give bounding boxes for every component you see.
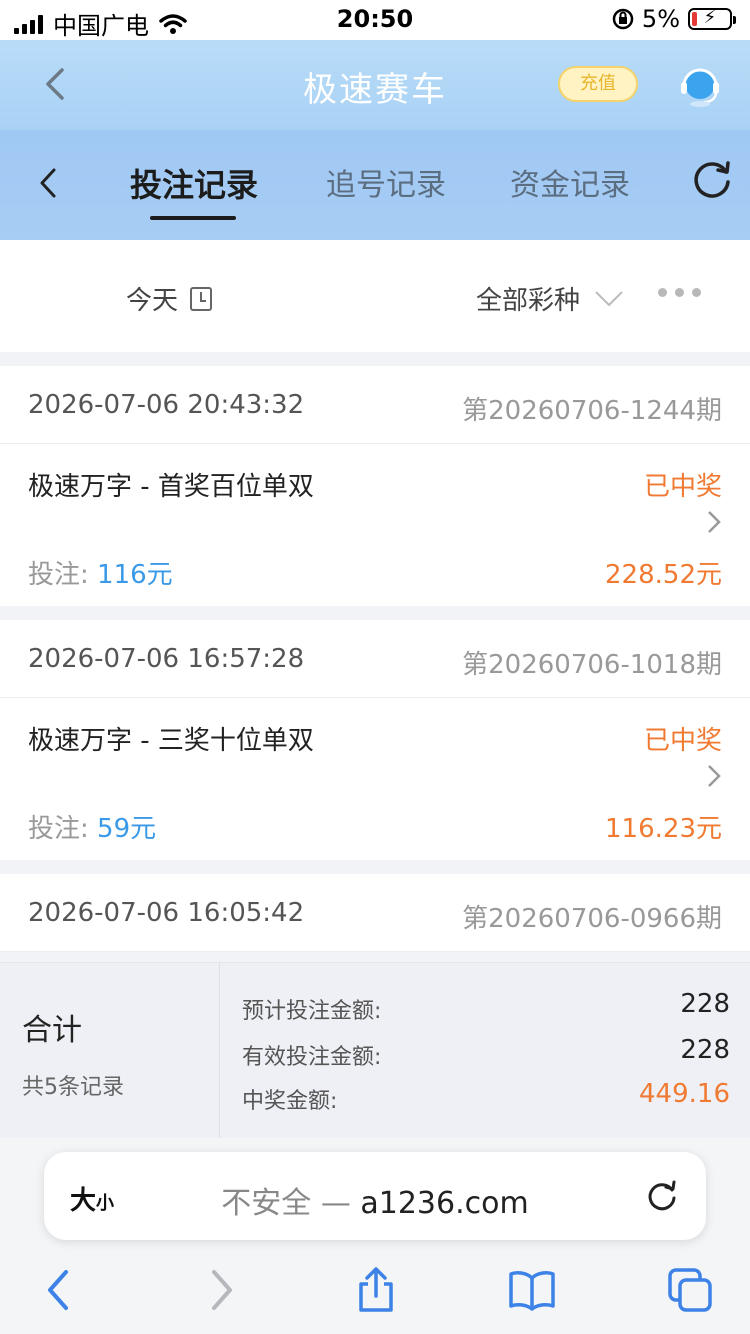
- tab-bet-records[interactable]: 投注记录: [130, 160, 258, 206]
- url-display[interactable]: 不安全 — a1236.com: [44, 1178, 706, 1222]
- orientation-lock-icon: [612, 8, 634, 30]
- battery-percent: 5%: [641, 5, 680, 33]
- tab-chase-records[interactable]: 追号记录: [326, 160, 446, 204]
- record-time: 2026-07-06 16:05:42: [28, 898, 305, 928]
- tabs-icon[interactable]: [666, 1266, 714, 1314]
- record-card[interactable]: 2026-07-06 16:05:42 第20260706-0966期: [0, 874, 750, 952]
- record-time: 2026-07-06 16:57:28: [28, 644, 305, 674]
- browser-back-icon[interactable]: [36, 1266, 84, 1314]
- summary-row: 有效投注金额: 228: [242, 1035, 730, 1071]
- customer-service-icon[interactable]: [676, 62, 724, 110]
- summary-row: 预计投注金额: 228: [242, 989, 730, 1025]
- summary-value: 228: [680, 989, 730, 1019]
- summary-value: 228: [680, 1035, 730, 1065]
- summary-value: 449.16: [639, 1079, 730, 1109]
- tab-bar: 投注记录 追号记录 资金记录: [0, 130, 750, 240]
- tab-back-icon[interactable]: [34, 166, 64, 200]
- active-tab-indicator: [150, 216, 236, 220]
- bookmarks-icon[interactable]: [508, 1266, 556, 1314]
- chevron-down-icon: [595, 290, 623, 306]
- record-win-amount: 116.23元: [605, 814, 722, 844]
- tab-fund-records[interactable]: 资金记录: [510, 160, 630, 204]
- nav-bar: 极速赛车 充值: [0, 40, 750, 130]
- record-status: 已中奖: [643, 726, 722, 756]
- summary-label: 预计投注金额:: [242, 999, 382, 1024]
- record-game-name: 极速万字 - 首奖百位单双: [28, 472, 314, 502]
- summary-label: 有效投注金额:: [242, 1045, 382, 1070]
- reload-icon[interactable]: [642, 1176, 682, 1216]
- clock-icon: [190, 286, 213, 311]
- lottery-filter-label: 全部彩种: [476, 286, 581, 316]
- summary-label: 中奖金额:: [242, 1089, 338, 1114]
- recharge-button[interactable]: 充值: [558, 66, 638, 102]
- chevron-right-icon[interactable]: [704, 762, 724, 790]
- record-bet-amount: 116元: [97, 560, 173, 590]
- lottery-filter[interactable]: 全部彩种: [476, 280, 624, 317]
- record-issue: 第20260706-0966期: [462, 904, 722, 934]
- record-bet-amount: 59元: [97, 814, 157, 844]
- share-icon[interactable]: [352, 1266, 400, 1314]
- more-icon[interactable]: [658, 288, 701, 297]
- record-card[interactable]: 2026-07-06 16:57:28 第20260706-1018期 极速万字…: [0, 620, 750, 860]
- record-status: 已中奖: [643, 472, 722, 502]
- filter-bar: 今天 全部彩种: [0, 240, 750, 352]
- browser-forward-icon[interactable]: [196, 1266, 244, 1314]
- summary-count: 共5条记录: [22, 1075, 124, 1100]
- record-bet: 投注: 59元: [28, 814, 157, 844]
- summary-title: 合计: [22, 1013, 82, 1048]
- record-win-amount: 228.52元: [605, 560, 722, 590]
- summary-row: 中奖金额: 449.16: [242, 1079, 730, 1115]
- browser-toolbar: 大小 不安全 — a1236.com: [0, 1138, 750, 1334]
- record-issue: 第20260706-1018期: [462, 650, 722, 680]
- record-issue: 第20260706-1244期: [462, 396, 722, 426]
- chevron-right-icon[interactable]: [704, 508, 724, 536]
- record-game-name: 极速万字 - 三奖十位单双: [28, 726, 314, 756]
- insecure-label: 不安全 —: [221, 1186, 361, 1221]
- url-domain: a1236.com: [360, 1186, 529, 1221]
- record-bet: 投注: 116元: [28, 560, 173, 590]
- battery-icon: ⚡: [688, 7, 736, 30]
- record-card[interactable]: 2026-07-06 20:43:32 第20260706-1244期 极速万字…: [0, 366, 750, 606]
- refresh-icon[interactable]: [690, 158, 734, 202]
- address-bar[interactable]: 大小 不安全 — a1236.com: [44, 1152, 706, 1240]
- summary-panel: 合计 共5条记录 预计投注金额: 228 有效投注金额: 228 中奖金额: 4…: [0, 962, 750, 1139]
- status-bar: 中国广电 20:50 5% ⚡: [0, 0, 750, 40]
- date-filter[interactable]: 今天: [126, 280, 213, 317]
- record-time: 2026-07-06 20:43:32: [28, 390, 305, 420]
- date-filter-label: 今天: [126, 286, 179, 316]
